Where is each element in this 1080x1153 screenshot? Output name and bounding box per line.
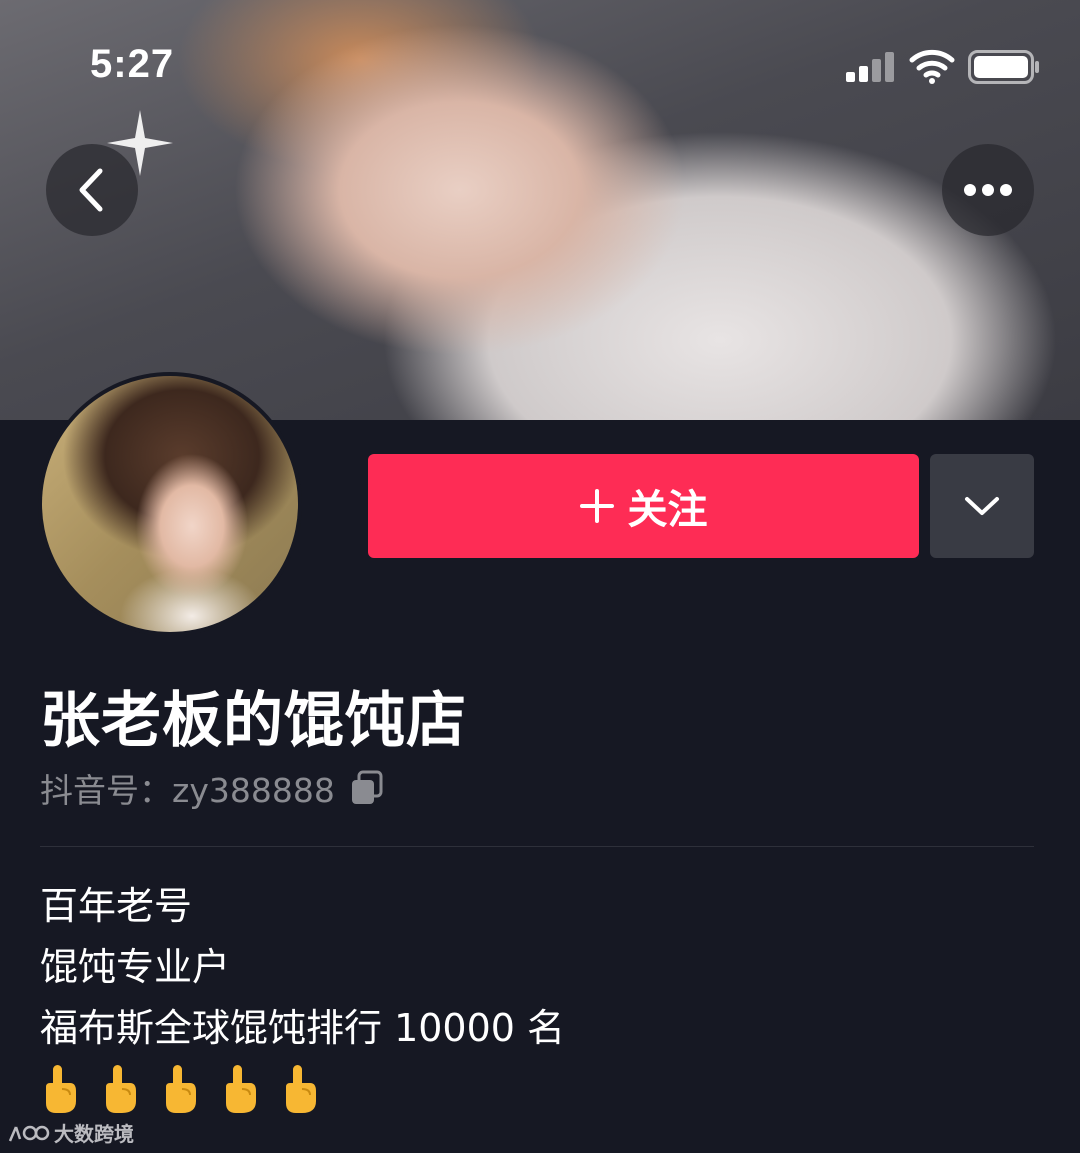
divider — [40, 846, 1034, 847]
plus-icon — [579, 489, 614, 523]
avatar-image — [42, 376, 298, 632]
pointing-up-icon — [166, 1065, 196, 1113]
avatar[interactable] — [38, 372, 302, 636]
douyin-id-label: 抖音号： — [40, 771, 172, 810]
chevron-down-icon — [965, 497, 999, 515]
bio-emoji-row — [40, 1063, 1040, 1115]
pointing-up-icon — [286, 1065, 316, 1113]
bio-line: 百年老号 — [40, 884, 193, 928]
watermark-text: 大数跨境 — [54, 1122, 134, 1146]
douyin-id-value: zy388888 — [172, 771, 335, 810]
bio-line: 馄饨专业户 — [40, 945, 231, 989]
profile-bio: 百年老号 馄饨专业户 福布斯全球馄饨排行 10000 名 — [40, 876, 1040, 1115]
douyin-id-row: 抖音号：zy388888 — [40, 766, 385, 810]
status-time: 5:27 — [90, 42, 175, 86]
bio-line: 福布斯全球馄饨排行 10000 名 — [40, 1006, 566, 1050]
copy-icon[interactable] — [349, 770, 385, 806]
status-bar: 5:27 — [0, 0, 1080, 130]
watermark: 大数跨境 — [8, 1118, 134, 1147]
wifi-icon — [909, 49, 955, 84]
douyin-id-text: 抖音号：zy388888 — [40, 764, 335, 812]
watermark-logo-icon — [8, 1125, 50, 1141]
follow-label: 关注 — [627, 487, 708, 533]
profile-nickname: 张老板的馄饨店 — [40, 686, 467, 756]
pointing-up-icon — [106, 1065, 136, 1113]
more-button[interactable] — [942, 144, 1034, 236]
cellular-signal-icon — [846, 52, 894, 82]
pointing-up-icon — [226, 1065, 256, 1113]
ellipsis-icon — [964, 184, 1012, 196]
back-button[interactable] — [46, 144, 138, 236]
pointing-up-icon — [46, 1065, 76, 1113]
recommend-dropdown-button[interactable] — [930, 454, 1034, 558]
chevron-left-icon — [79, 168, 103, 212]
follow-button[interactable]: 关注 — [368, 454, 919, 558]
battery-icon — [968, 50, 1039, 84]
